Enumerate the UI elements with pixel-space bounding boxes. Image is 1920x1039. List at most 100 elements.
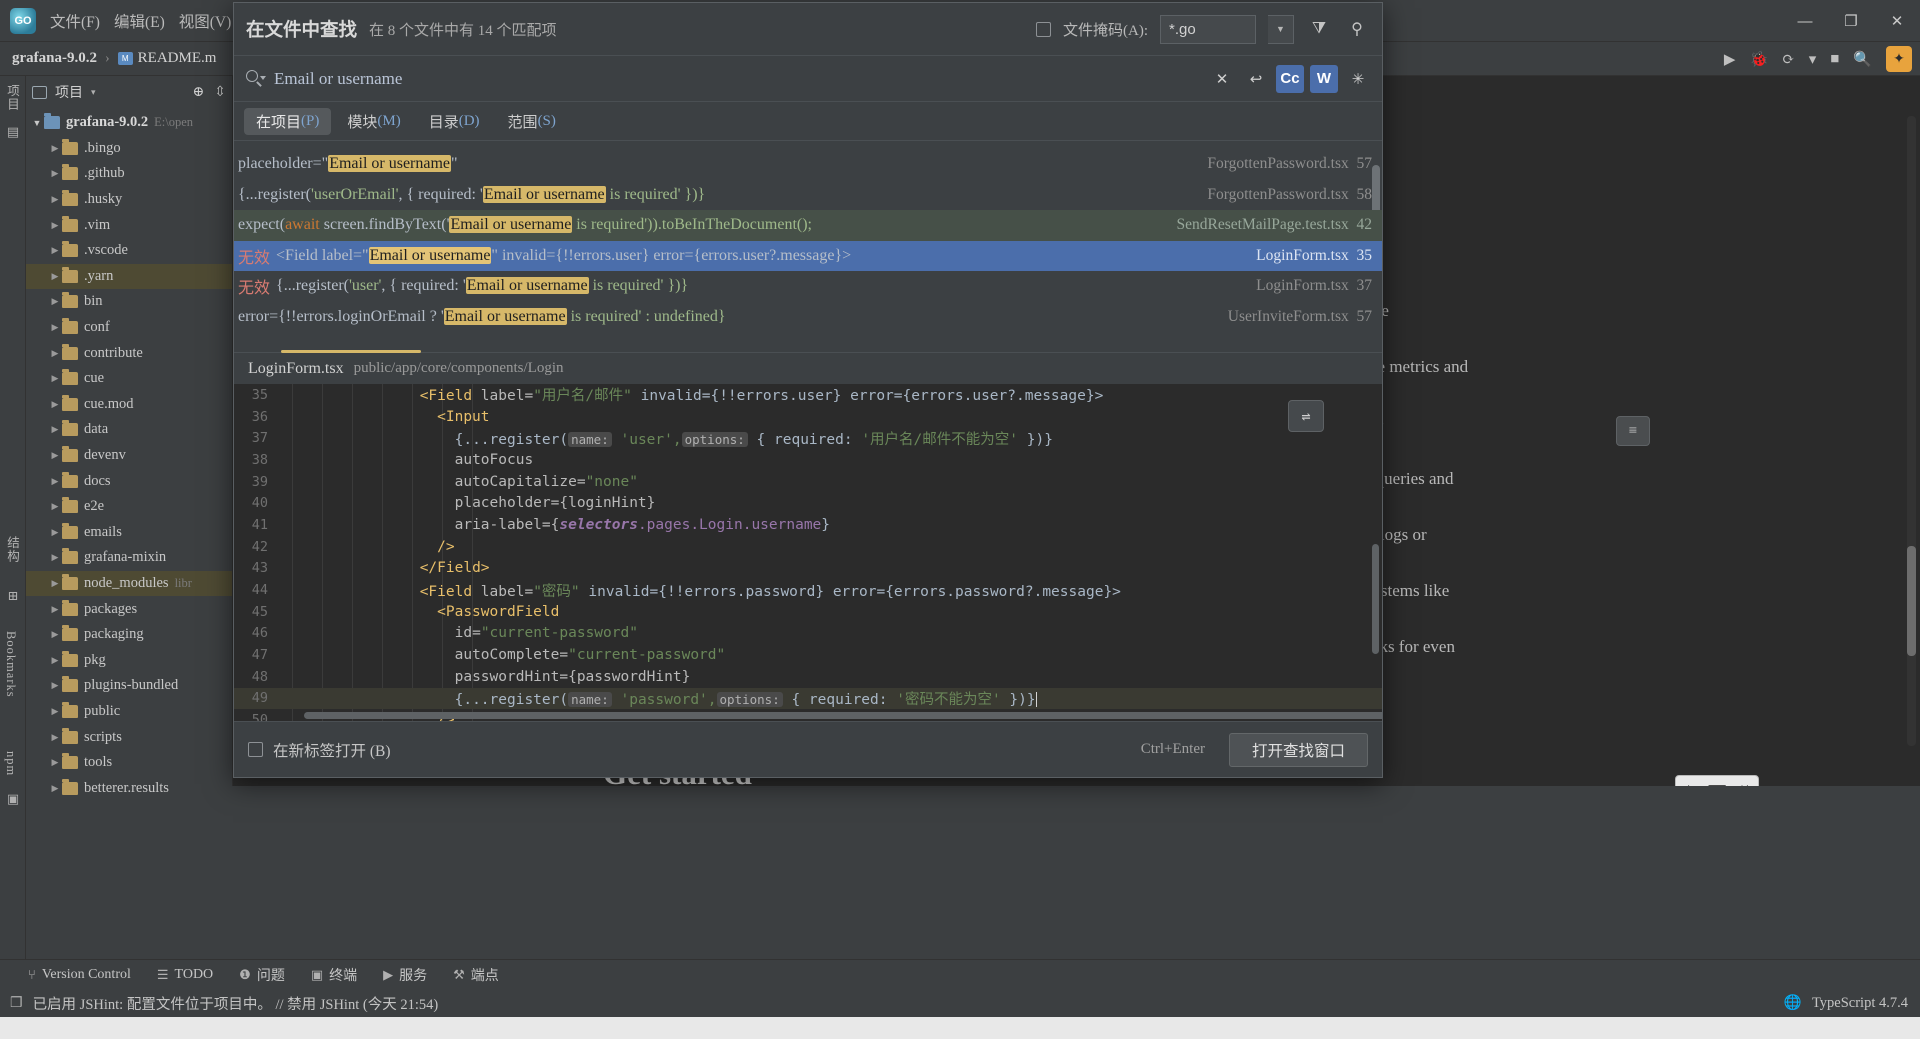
stop-icon[interactable]: ■ xyxy=(1830,51,1839,68)
status-message[interactable]: 已启用 JSHint: 配置文件位于项目中。 // 禁用 JSHint (今天 … xyxy=(33,993,439,1014)
tree-row[interactable]: ▶ grafana-mixin xyxy=(26,545,232,571)
search-history-icon[interactable]: ↩ xyxy=(1242,65,1270,93)
scope-tab[interactable]: 范围 (S) xyxy=(496,108,568,135)
code-horizontal-scrollbar[interactable] xyxy=(304,712,1382,719)
debug-icon[interactable]: 🐞 xyxy=(1749,50,1768,69)
chevron-right-icon[interactable]: ▶ xyxy=(48,194,62,205)
match-case-toggle[interactable]: Cc xyxy=(1276,64,1304,93)
tree-row[interactable]: ▶ .bingo xyxy=(26,136,232,162)
chevron-right-icon[interactable]: ▶ xyxy=(48,732,62,743)
chevron-right-icon[interactable]: ▶ xyxy=(48,424,62,435)
tree-row[interactable]: ▶ devenv xyxy=(26,443,232,469)
chevron-right-icon[interactable]: ▶ xyxy=(48,629,62,640)
tree-row[interactable]: ▶ contribute xyxy=(26,340,232,366)
search-result-row[interactable]: 无效 <Field label="Email or username" inval… xyxy=(234,240,1382,271)
search-result-row[interactable]: 无效 {...register('user', { required: 'Emai… xyxy=(234,271,1382,302)
search-result-row[interactable]: {...register('userOrEmail', { required: … xyxy=(234,180,1382,211)
strip-label-project[interactable]: 项目 xyxy=(3,84,22,111)
structure-icon[interactable]: ⊞ xyxy=(5,588,21,604)
search-results-list[interactable]: placeholder="Email or username" Forgotten… xyxy=(234,140,1382,352)
chevron-right-icon[interactable]: ▶ xyxy=(48,399,62,410)
file-mask-checkbox[interactable] xyxy=(1036,21,1051,37)
tree-row[interactable]: ▶ e2e xyxy=(26,494,232,520)
chevron-right-icon[interactable]: ▶ xyxy=(48,322,62,333)
search-icon[interactable]: 🔍 xyxy=(1853,50,1872,69)
search-dropdown-icon[interactable] xyxy=(244,68,266,90)
tool-window-button[interactable]: ▣ 终端 xyxy=(311,965,357,985)
chevron-down-icon[interactable]: ▾ xyxy=(91,87,96,98)
chevron-right-icon[interactable]: ▶ xyxy=(48,604,62,615)
tree-row[interactable]: ▶ .husky xyxy=(26,187,232,213)
editor-format-icon[interactable]: ≡ xyxy=(1616,416,1650,446)
tree-row[interactable]: ▶ public xyxy=(26,699,232,725)
open-in-find-window-button[interactable]: 打开查找窗口 xyxy=(1228,732,1368,767)
code-preview[interactable]: 35 <Field label="用户名/邮件" invalid={!!erro… xyxy=(234,384,1382,721)
open-in-new-tab-checkbox[interactable] xyxy=(248,742,263,757)
scope-tab[interactable]: 模块 (M) xyxy=(335,108,412,135)
tool-window-button[interactable]: ▶ 服务 xyxy=(383,965,427,985)
tool-window-button[interactable]: ⚒ 端点 xyxy=(453,965,499,985)
chevron-down-icon[interactable]: ▾ xyxy=(1809,50,1817,69)
code-vertical-scrollbar[interactable] xyxy=(1372,544,1379,654)
tree-row[interactable]: ▶ cue xyxy=(26,366,232,392)
tree-row[interactable]: ▶ pkg xyxy=(26,647,232,673)
tree-row[interactable]: ▶ .vscode xyxy=(26,238,232,264)
tree-row[interactable]: ▶ conf xyxy=(26,315,232,341)
open-in-new-tab-label[interactable]: 在新标签打开 (B) xyxy=(273,739,391,761)
clear-search-icon[interactable]: ✕ xyxy=(1208,65,1236,93)
chevron-right-icon[interactable]: ▶ xyxy=(48,450,62,461)
search-input[interactable] xyxy=(274,68,1208,89)
breadcrumb-project[interactable]: grafana-9.0.2 xyxy=(12,50,97,67)
pin-icon[interactable]: ⚲ xyxy=(1344,16,1370,42)
tool-window-button[interactable]: ⑂ Version Control xyxy=(28,965,131,985)
tool-window-button[interactable]: ☰ TODO xyxy=(157,965,213,985)
ime-language[interactable]: 中 xyxy=(1682,781,1696,787)
regex-toggle[interactable]: ✳ xyxy=(1344,65,1372,93)
tree-row[interactable]: ▶ bin xyxy=(26,289,232,315)
tree-row[interactable]: ▶ .vim xyxy=(26,212,232,238)
search-result-row[interactable]: placeholder="Email or username" Forgotten… xyxy=(234,149,1382,180)
tree-row[interactable]: ▶ data xyxy=(26,417,232,443)
tree-row[interactable]: ▶ plugins-bundled xyxy=(26,673,232,699)
tool-window-button[interactable]: ❶ 问题 xyxy=(239,965,285,985)
scope-tab[interactable]: 在项目 (P) xyxy=(244,107,332,135)
search-result-row[interactable]: expect(await screen.findByText('Email or… xyxy=(234,210,1382,241)
tree-row[interactable]: ▶ packaging xyxy=(26,622,232,648)
typescript-version[interactable]: TypeScript 4.7.4 xyxy=(1812,995,1908,1012)
chevron-down-icon[interactable]: ▼ xyxy=(30,118,44,128)
ai-assistant-icon[interactable]: ✦ xyxy=(1886,46,1912,72)
globe-icon[interactable]: 🌐 xyxy=(1784,994,1802,1012)
tree-row[interactable]: ▶ betterer.results xyxy=(26,775,232,801)
editor-scrollbar[interactable] xyxy=(1907,116,1916,746)
minimize-button[interactable]: — xyxy=(1782,0,1828,42)
tree-row[interactable]: ▶ .github xyxy=(26,161,232,187)
tree-row[interactable]: ▶ .yarn xyxy=(26,263,232,290)
chevron-right-icon[interactable]: ▶ xyxy=(48,296,62,307)
chevron-right-icon[interactable]: ▶ xyxy=(48,680,62,691)
collapse-all-icon[interactable]: ⇳ xyxy=(214,84,226,101)
close-button[interactable]: ✕ xyxy=(1874,0,1920,42)
npm-icon[interactable]: ▣ xyxy=(5,791,21,807)
file-mask-input[interactable]: *.go xyxy=(1160,14,1256,44)
tree-row[interactable]: ▶ cue.mod xyxy=(26,392,232,418)
run-icon[interactable]: ▶ xyxy=(1724,50,1736,69)
chevron-right-icon[interactable]: ▶ xyxy=(48,348,62,359)
strip-label-bookmarks[interactable]: Bookmarks xyxy=(3,631,18,698)
tree-row[interactable]: ▶ node_modules libr xyxy=(26,570,232,597)
chevron-right-icon[interactable]: ▶ xyxy=(48,783,62,794)
profile-icon[interactable]: ⟳ xyxy=(1782,50,1795,69)
chevron-right-icon[interactable]: ▶ xyxy=(48,271,62,282)
tree-row[interactable]: ▶ scripts xyxy=(26,724,232,750)
chevron-right-icon[interactable]: ▶ xyxy=(48,655,62,666)
scope-tab[interactable]: 目录 (D) xyxy=(417,108,492,135)
chevron-right-icon[interactable]: ▶ xyxy=(48,501,62,512)
ime-keyboard-icon[interactable]: ⌨ xyxy=(1707,783,1727,787)
strip-label-structure[interactable]: 结构 xyxy=(3,536,22,563)
strip-label-npm[interactable]: npm xyxy=(3,751,18,776)
target-icon[interactable]: ⊕ xyxy=(193,84,205,101)
chevron-right-icon[interactable]: ▶ xyxy=(48,757,62,768)
preview-format-icon[interactable]: ⇌ xyxy=(1288,400,1324,432)
tree-row-root[interactable]: ▼ grafana-9.0.2 E:\open xyxy=(26,110,232,136)
menu-file[interactable]: 文件(F) xyxy=(50,10,100,32)
menu-edit[interactable]: 编辑(E) xyxy=(114,10,165,32)
